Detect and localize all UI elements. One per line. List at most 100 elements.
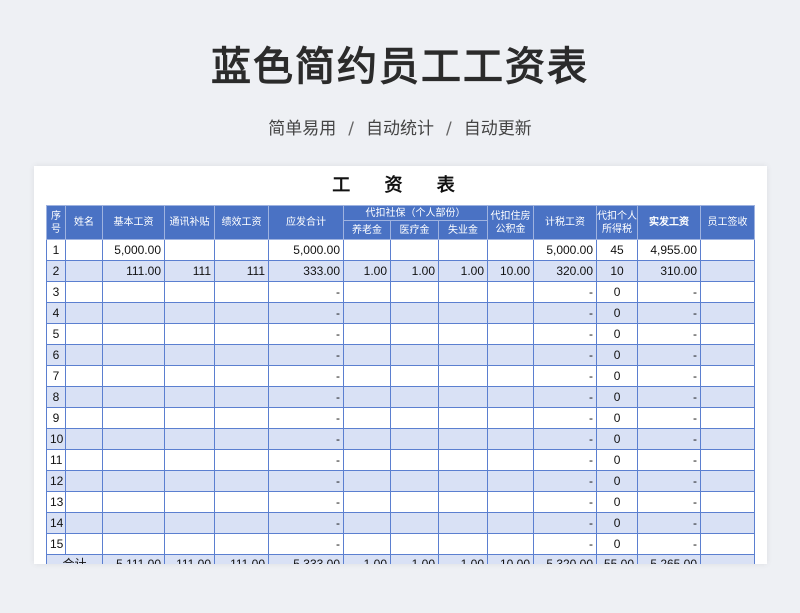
cell-medical[interactable] xyxy=(390,491,439,513)
cell-net[interactable]: - xyxy=(637,323,702,345)
cell-perf[interactable] xyxy=(214,239,269,261)
total-cell-net[interactable]: 5,265.00 xyxy=(637,554,702,564)
cell-perf[interactable] xyxy=(214,365,269,387)
cell-name[interactable] xyxy=(65,302,103,324)
cell-gross[interactable]: - xyxy=(268,407,344,429)
cell-seq[interactable]: 4 xyxy=(46,302,66,324)
cell-seq[interactable]: 9 xyxy=(46,407,66,429)
cell-seq[interactable]: 6 xyxy=(46,344,66,366)
cell-gross[interactable]: - xyxy=(268,386,344,408)
cell-perf[interactable] xyxy=(214,449,269,471)
cell-comm[interactable] xyxy=(164,323,215,345)
cell-perf[interactable] xyxy=(214,407,269,429)
cell-base[interactable] xyxy=(102,281,165,303)
cell-unemploy[interactable] xyxy=(437,449,489,471)
cell-net[interactable]: - xyxy=(637,344,702,366)
cell-perf[interactable] xyxy=(214,533,269,555)
cell-pension[interactable] xyxy=(343,470,391,492)
cell-pension[interactable] xyxy=(343,533,391,555)
cell-tax[interactable]: 0 xyxy=(596,323,639,345)
cell-taxable[interactable]: 5,000.00 xyxy=(533,239,598,261)
cell-seq[interactable]: 3 xyxy=(46,281,66,303)
cell-seq[interactable]: 10 xyxy=(46,428,66,450)
cell-housing[interactable] xyxy=(487,344,535,366)
cell-housing[interactable] xyxy=(487,239,535,261)
cell-base[interactable] xyxy=(102,365,165,387)
cell-perf[interactable] xyxy=(214,344,269,366)
cell-unemploy[interactable] xyxy=(437,470,489,492)
cell-pension[interactable] xyxy=(343,344,391,366)
cell-pension[interactable] xyxy=(343,386,391,408)
cell-base[interactable] xyxy=(102,533,165,555)
cell-taxable[interactable]: - xyxy=(533,281,598,303)
cell-pension[interactable] xyxy=(343,449,391,471)
cell-comm[interactable] xyxy=(164,365,215,387)
cell-unemploy[interactable] xyxy=(437,407,489,429)
cell-tax[interactable]: 0 xyxy=(596,302,639,324)
cell-housing[interactable] xyxy=(487,491,535,513)
cell-comm[interactable] xyxy=(164,428,215,450)
cell-comm[interactable] xyxy=(164,449,215,471)
cell-net[interactable]: - xyxy=(637,281,702,303)
cell-unemploy[interactable]: 1.00 xyxy=(437,260,489,282)
cell-sign[interactable] xyxy=(700,239,756,261)
cell-comm[interactable] xyxy=(164,281,215,303)
cell-seq[interactable]: 2 xyxy=(46,260,66,282)
cell-housing[interactable] xyxy=(487,407,535,429)
cell-name[interactable] xyxy=(65,428,103,450)
total-cell-comm[interactable]: 111.00 xyxy=(164,554,215,564)
cell-tax[interactable]: 0 xyxy=(596,512,639,534)
cell-net[interactable]: - xyxy=(637,512,702,534)
cell-base[interactable] xyxy=(102,323,165,345)
cell-taxable[interactable]: - xyxy=(533,323,598,345)
cell-name[interactable] xyxy=(65,260,103,282)
cell-housing[interactable] xyxy=(487,428,535,450)
cell-seq[interactable]: 12 xyxy=(46,470,66,492)
cell-medical[interactable] xyxy=(390,512,439,534)
cell-gross[interactable]: - xyxy=(268,281,344,303)
cell-gross[interactable]: - xyxy=(268,428,344,450)
cell-tax[interactable]: 0 xyxy=(596,470,639,492)
cell-name[interactable] xyxy=(65,344,103,366)
cell-name[interactable] xyxy=(65,470,103,492)
cell-net[interactable]: - xyxy=(637,386,702,408)
cell-taxable[interactable]: - xyxy=(533,512,598,534)
cell-net[interactable]: 4,955.00 xyxy=(637,239,702,261)
cell-base[interactable]: 111.00 xyxy=(102,260,165,282)
cell-name[interactable] xyxy=(65,533,103,555)
cell-tax[interactable]: 0 xyxy=(596,281,639,303)
cell-tax[interactable]: 0 xyxy=(596,365,639,387)
cell-pension[interactable] xyxy=(343,302,391,324)
cell-gross[interactable]: - xyxy=(268,449,344,471)
cell-unemploy[interactable] xyxy=(437,344,489,366)
cell-sign[interactable] xyxy=(700,407,756,429)
cell-housing[interactable] xyxy=(487,302,535,324)
cell-comm[interactable] xyxy=(164,239,215,261)
cell-tax[interactable]: 0 xyxy=(596,491,639,513)
cell-gross[interactable]: - xyxy=(268,365,344,387)
cell-sign[interactable] xyxy=(700,512,756,534)
cell-pension[interactable] xyxy=(343,281,391,303)
cell-taxable[interactable]: 320.00 xyxy=(533,260,598,282)
total-cell-unemploy[interactable]: 1.00 xyxy=(437,554,489,564)
cell-tax[interactable]: 45 xyxy=(596,239,639,261)
cell-unemploy[interactable] xyxy=(437,239,489,261)
cell-housing[interactable] xyxy=(487,323,535,345)
cell-tax[interactable]: 0 xyxy=(596,386,639,408)
cell-unemploy[interactable] xyxy=(437,491,489,513)
cell-net[interactable]: - xyxy=(637,302,702,324)
cell-pension[interactable] xyxy=(343,239,391,261)
cell-pension[interactable] xyxy=(343,407,391,429)
cell-unemploy[interactable] xyxy=(437,386,489,408)
cell-sign[interactable] xyxy=(700,365,756,387)
cell-unemploy[interactable] xyxy=(437,512,489,534)
cell-base[interactable] xyxy=(102,344,165,366)
cell-name[interactable] xyxy=(65,239,103,261)
cell-seq[interactable]: 15 xyxy=(46,533,66,555)
cell-tax[interactable]: 0 xyxy=(596,407,639,429)
cell-net[interactable]: - xyxy=(637,365,702,387)
cell-seq[interactable]: 8 xyxy=(46,386,66,408)
cell-net[interactable]: - xyxy=(637,428,702,450)
cell-taxable[interactable]: - xyxy=(533,407,598,429)
cell-comm[interactable] xyxy=(164,512,215,534)
